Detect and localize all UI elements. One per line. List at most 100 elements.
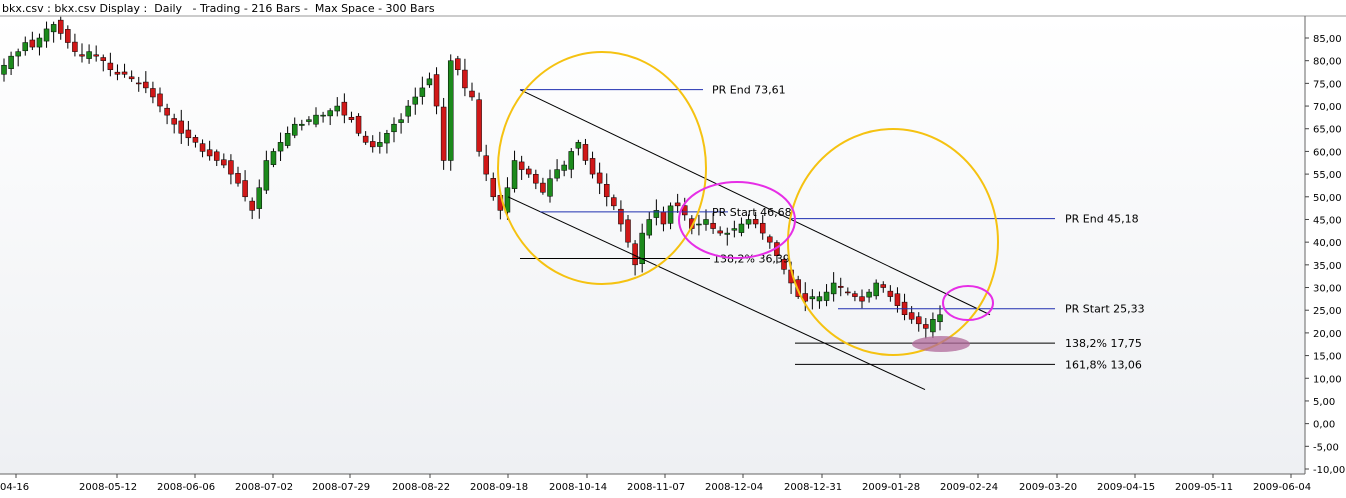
candle-down	[908, 312, 915, 320]
y-tick-label: 10,00	[1313, 374, 1342, 385]
candle-up	[816, 296, 823, 302]
candle-down	[213, 151, 220, 161]
candle-up	[504, 187, 511, 213]
candle-down	[483, 155, 489, 175]
y-tick-label: 15,00	[1313, 352, 1342, 363]
candle-down	[93, 54, 99, 57]
candle-down	[362, 135, 369, 143]
candle-up	[8, 55, 14, 69]
candle-up	[830, 282, 837, 295]
candle-up	[724, 232, 731, 235]
fib-138-level-1-label: 138,2% 36,39	[713, 253, 790, 266]
candle-up	[554, 169, 560, 179]
candle-down	[859, 296, 865, 302]
candle-up	[866, 291, 872, 298]
candle-up	[696, 223, 702, 226]
candle-down	[433, 74, 440, 107]
candle-up	[43, 28, 50, 42]
y-tick-label: -5,00	[1313, 442, 1339, 453]
candle-up	[419, 87, 426, 97]
candle-up	[291, 123, 298, 136]
candle-up	[263, 160, 270, 191]
candle-up	[377, 142, 383, 147]
candle-up	[738, 223, 745, 233]
candle-up	[823, 291, 830, 301]
candle-down	[199, 143, 206, 152]
candle-down	[759, 222, 766, 234]
candle-down	[490, 178, 497, 198]
candle-down	[476, 99, 482, 152]
candle-up	[384, 133, 390, 144]
candle-up	[36, 37, 43, 48]
candle-down	[603, 183, 610, 198]
candle-down	[440, 106, 447, 161]
candle-down	[596, 172, 603, 184]
candle-down	[674, 202, 681, 207]
candle-down	[455, 58, 461, 71]
y-tick-label: 45,00	[1313, 215, 1342, 226]
candle-down	[923, 324, 929, 329]
y-tick-label: 20,00	[1313, 329, 1342, 340]
candle-down	[845, 291, 851, 294]
candle-down	[525, 168, 532, 175]
pr-start-level-1-label: PR Start 46,68	[712, 206, 792, 219]
candle-down	[369, 141, 376, 148]
candle-down	[57, 19, 64, 34]
candle-up	[930, 319, 936, 333]
candle-up	[937, 314, 943, 323]
candle-down	[157, 93, 163, 107]
y-tick-label: 75,00	[1313, 79, 1342, 90]
candle-up	[547, 178, 553, 197]
candle-up	[745, 219, 752, 225]
chart-area: bkx.csv : bkx.csv Display : Daily - Trad…	[0, 0, 1346, 493]
candle-up	[1, 64, 7, 75]
candle-up	[50, 24, 57, 33]
x-tick-label: 2008-07-02	[235, 482, 293, 493]
x-tick-label: 2009-04-15	[1097, 482, 1155, 493]
y-tick-label: 0,00	[1313, 420, 1335, 431]
candle-down	[767, 236, 773, 243]
candle-up	[86, 51, 92, 59]
candle-down	[625, 219, 631, 243]
y-tick-label: 55,00	[1313, 170, 1342, 181]
plot-background	[0, 16, 1305, 474]
candle-down	[887, 290, 894, 297]
candlestick-chart: -10,00 -5,00 0,00 5,00 10,00 15,00 20,00 25,00 3…	[0, 15, 1346, 493]
fib-138-level-2-label: 138,2% 17,75	[1065, 337, 1142, 350]
y-tick-label: 25,00	[1313, 306, 1342, 317]
candle-down	[348, 116, 355, 120]
x-tick-label: 2008-12-04	[705, 482, 763, 493]
candle-down	[540, 182, 546, 193]
candle-down	[915, 316, 922, 325]
candle-down	[462, 69, 468, 89]
pr-end-level-2-label: PR End 45,18	[1065, 213, 1139, 226]
candle-down	[65, 29, 71, 43]
candle-up	[270, 151, 277, 165]
x-tick-label: 2009-05-11	[1175, 482, 1233, 493]
x-tick-label: 2008-06-06	[157, 482, 215, 493]
candle-up	[256, 187, 263, 209]
x-tick-label: 04-16	[0, 482, 29, 493]
candle-down	[589, 158, 596, 175]
candle-up	[426, 78, 433, 86]
candle-down	[29, 39, 36, 48]
candle-down	[164, 107, 170, 116]
candle-up	[313, 114, 319, 125]
candle-down	[582, 144, 589, 161]
candle-down	[518, 161, 525, 170]
y-tick-label: 70,00	[1313, 102, 1342, 113]
x-tick-label: 2008-10-14	[549, 482, 607, 493]
fib-161-level-2-label: 161,8% 13,06	[1065, 358, 1142, 371]
candle-up	[277, 142, 284, 152]
x-tick-label: 2008-08-22	[392, 482, 450, 493]
candle-down	[533, 173, 539, 184]
y-tick-label: 85,00	[1313, 34, 1342, 45]
candle-down	[660, 211, 667, 225]
candle-down	[249, 200, 255, 211]
candle-up	[320, 114, 326, 117]
candle-down	[235, 173, 241, 184]
candle-down	[228, 160, 234, 175]
candle-down	[710, 222, 716, 229]
x-tick-label: 2009-02-24	[940, 482, 998, 493]
candle-down	[79, 54, 85, 57]
